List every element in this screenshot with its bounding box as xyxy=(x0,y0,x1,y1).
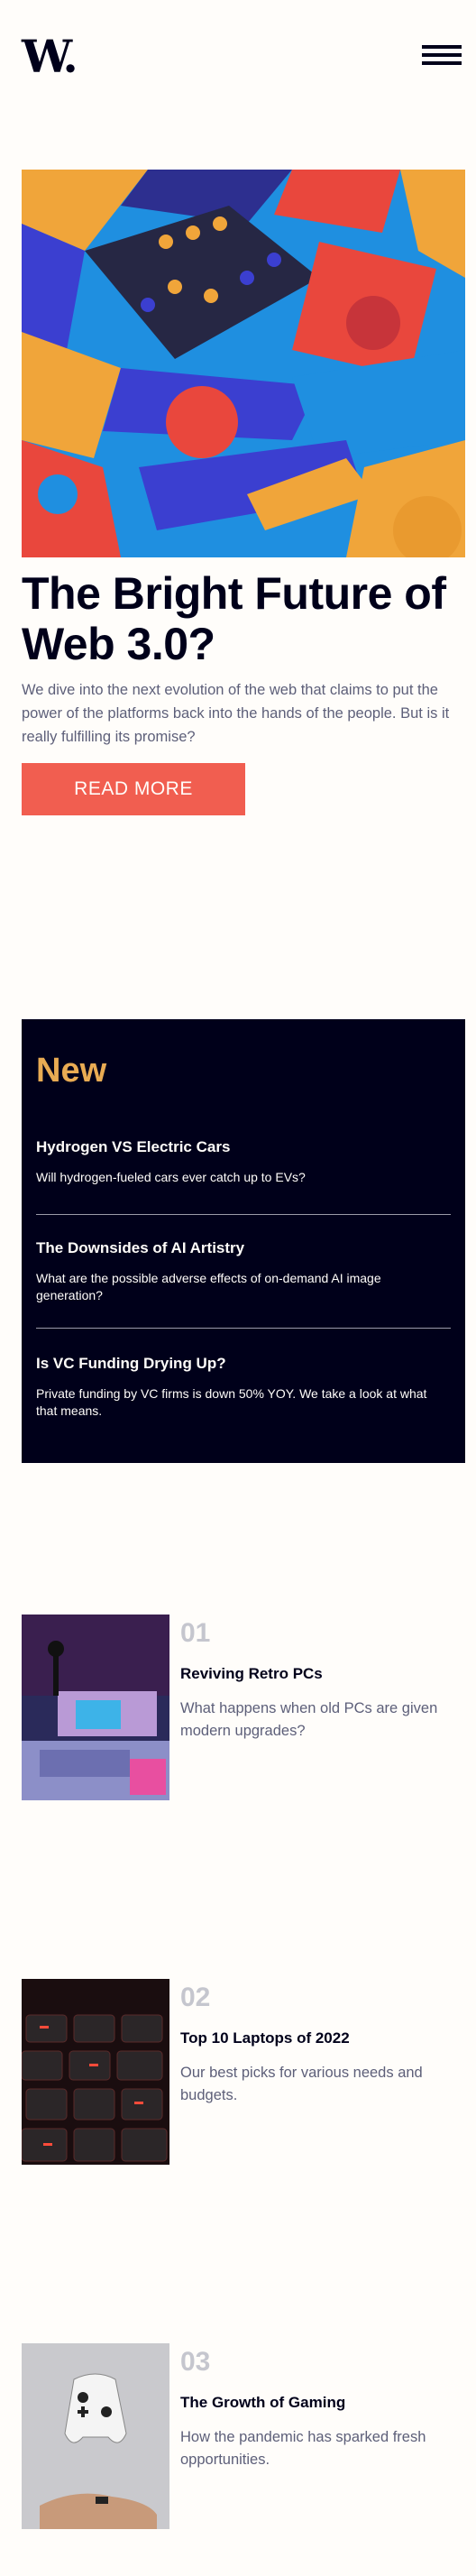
read-more-button[interactable]: READ MORE xyxy=(22,763,245,815)
new-item: Hydrogen VS Electric Cars Will hydrogen-… xyxy=(36,1138,451,1186)
new-item-title[interactable]: Is VC Funding Drying Up? xyxy=(36,1355,451,1373)
hero-title: The Bright Future of Web 3.0? xyxy=(22,568,446,669)
hamburger-menu-icon[interactable] xyxy=(422,45,462,65)
article-description: What happens when old PCs are given mode… xyxy=(180,1700,438,1739)
divider xyxy=(36,1328,451,1329)
divider xyxy=(36,1214,451,1215)
new-articles-panel: New Hydrogen VS Electric Cars Will hydro… xyxy=(22,1019,465,1463)
hero-image xyxy=(22,170,465,557)
game-controller-image xyxy=(22,2343,169,2529)
new-item-description: Private funding by VC firms is down 50% … xyxy=(36,1386,427,1418)
article-description: Our best picks for various needs and bud… xyxy=(180,2065,423,2103)
new-item-description: What are the possible adverse effects of… xyxy=(36,1271,381,1302)
article-number: 03 xyxy=(180,2347,211,2377)
new-item: The Downsides of AI Artistry What are th… xyxy=(36,1239,451,1304)
hero-description: We dive into the next evolution of the w… xyxy=(22,682,450,745)
site-logo[interactable]: W. xyxy=(22,34,78,79)
new-item-title[interactable]: The Downsides of AI Artistry xyxy=(36,1239,451,1257)
article-number: 01 xyxy=(180,1618,211,1648)
new-section-title: New xyxy=(36,1052,107,1090)
new-item: Is VC Funding Drying Up? Private funding… xyxy=(36,1355,451,1420)
article-title[interactable]: Top 10 Laptops of 2022 xyxy=(180,2029,350,2047)
article-title[interactable]: The Growth of Gaming xyxy=(180,2394,345,2412)
article-description: How the pandemic has sparked fresh oppor… xyxy=(180,2429,426,2468)
new-item-title[interactable]: Hydrogen VS Electric Cars xyxy=(36,1138,451,1156)
laptop-keyboard-image xyxy=(22,1979,169,2165)
new-item-description: Will hydrogen-fueled cars ever catch up … xyxy=(36,1170,306,1184)
retro-pc-image xyxy=(22,1615,169,1800)
article-title[interactable]: Reviving Retro PCs xyxy=(180,1665,323,1683)
article-number: 02 xyxy=(180,1983,211,2012)
